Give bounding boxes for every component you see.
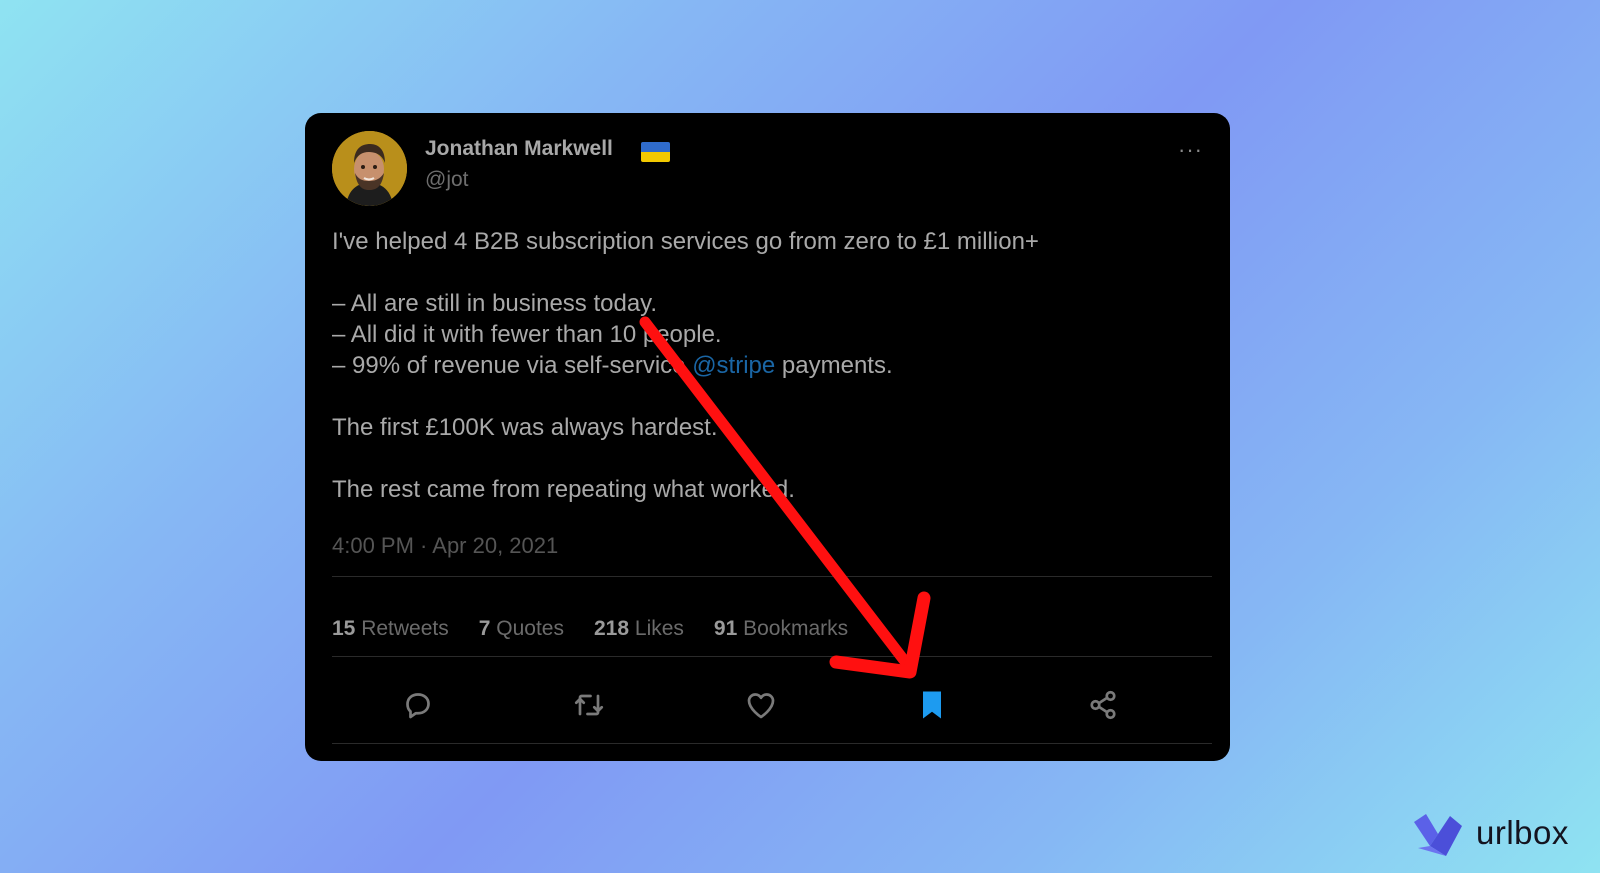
reply-icon[interactable]: [400, 687, 436, 723]
bookmarks-label: Bookmarks: [743, 617, 849, 640]
author-avatar[interactable]: [332, 131, 407, 206]
urlbox-brand-name: urlbox: [1476, 814, 1569, 851]
tweet-line: The first £100K was always hardest.: [332, 414, 718, 441]
heart-icon[interactable]: [743, 687, 779, 723]
bookmark-icon[interactable]: [914, 687, 950, 723]
retweets-stat[interactable]: 15 Retweets: [332, 617, 449, 641]
tweet-line-suffix: payments.: [775, 352, 893, 379]
bookmarks-count: 91: [713, 617, 738, 640]
divider: [332, 743, 1212, 744]
retweet-icon[interactable]: [571, 687, 607, 723]
tweet-actions-bar: [332, 669, 1212, 743]
likes-stat[interactable]: 218 Likes: [594, 617, 684, 641]
tweet-line: The rest came from repeating what worked…: [332, 476, 795, 503]
tweet-timestamp[interactable]: 4:00 PM · Apr 20, 2021: [332, 533, 558, 559]
likes-label: Likes: [634, 617, 684, 640]
tweet-line: I've helped 4 B2B subscription services …: [332, 228, 1039, 255]
tweet-line: – 99% of revenue via self-service @strip…: [332, 350, 1212, 381]
tweet-line-prefix: – 99% of revenue via self-service: [332, 352, 693, 379]
tweet-text: I've helped 4 B2B subscription services …: [332, 226, 1212, 505]
author-handle[interactable]: @jot: [425, 168, 469, 192]
tweet-stats: 15 Retweets 7 Quotes 218 Likes 91 Bookma…: [332, 617, 848, 641]
quotes-count: 7: [478, 617, 491, 640]
divider: [332, 576, 1212, 577]
ukraine-flag-icon: [641, 142, 670, 162]
divider: [332, 656, 1212, 657]
bookmarks-stat[interactable]: 91 Bookmarks: [714, 617, 848, 641]
author-name[interactable]: Jonathan Markwell: [425, 137, 613, 161]
tweet-card: Jonathan Markwell @jot ··· I've helped 4…: [305, 113, 1230, 761]
urlbox-logo-icon: [1414, 814, 1462, 856]
quotes-stat[interactable]: 7 Quotes: [479, 617, 564, 641]
retweets-count: 15: [332, 617, 356, 640]
mention-link[interactable]: @stripe: [692, 352, 775, 379]
share-icon[interactable]: [1085, 687, 1121, 723]
likes-count: 218: [594, 617, 630, 640]
tweet-line: – All are still in business today.: [332, 290, 658, 317]
more-options-icon[interactable]: ···: [1178, 137, 1203, 163]
quotes-label: Quotes: [496, 617, 564, 640]
tweet-line: – All did it with fewer than 10 people.: [332, 321, 722, 348]
retweets-label: Retweets: [361, 617, 449, 640]
